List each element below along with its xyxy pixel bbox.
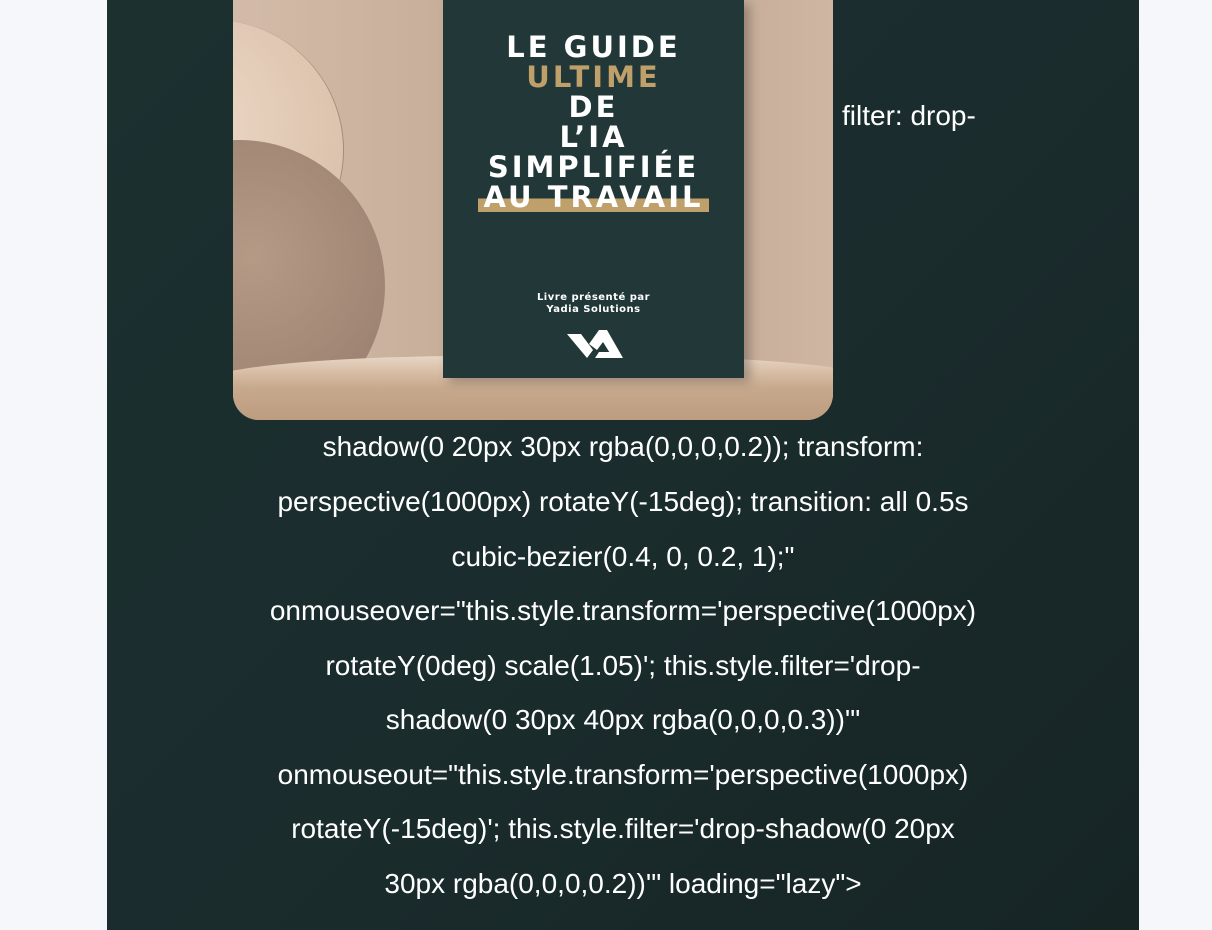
content-panel: LE GUIDE ULTIME DE L’IA SIMPLIFIÉE AU TR… <box>107 0 1139 930</box>
cover-title-line2: ULTIME <box>526 60 661 94</box>
cover-title-line5: SIMPLIFIÉE <box>487 150 700 184</box>
code-line-4: onmouseover="this.style.transform='persp… <box>269 595 977 626</box>
cover-presented-line1: Livre présenté par <box>536 292 651 303</box>
ya-logo-icon <box>567 330 623 358</box>
code-line-2: perspective(1000px) rotateY(-15deg); tra… <box>277 486 969 517</box>
cover-presented-by: Livre présenté par Yadia Solutions <box>443 292 744 316</box>
cover-title-line3: DE <box>568 90 619 124</box>
cover-presented-line2: Yadia Solutions <box>546 304 641 315</box>
code-line-6: shadow(0 30px 40px rgba(0,0,0,0.3))'" <box>385 704 861 735</box>
code-line-5: rotateY(0deg) scale(1.05)'; this.style.f… <box>325 650 921 681</box>
cover-title-line1: LE GUIDE <box>506 30 681 64</box>
code-line-1: shadow(0 20px 30px rgba(0,0,0,0.2)); tra… <box>322 431 924 462</box>
code-line-3: cubic-bezier(0.4, 0, 0.2, 1);" <box>451 541 795 572</box>
cover-title-line4: L’IA <box>559 120 628 154</box>
code-line-9: 30px rgba(0,0,0,0.2))'" loading="lazy"> <box>384 868 862 899</box>
book-cover-image: LE GUIDE ULTIME DE L’IA SIMPLIFIÉE AU TR… <box>233 0 833 420</box>
code-line-0: filter: drop- <box>842 100 976 131</box>
book-cover: LE GUIDE ULTIME DE L’IA SIMPLIFIÉE AU TR… <box>443 0 744 378</box>
code-line-8: rotateY(-15deg)'; this.style.filter='dro… <box>291 813 955 844</box>
code-line-7: onmouseout="this.style.transform='perspe… <box>277 759 969 790</box>
cover-title-line6: AU TRAVAIL <box>477 182 710 212</box>
